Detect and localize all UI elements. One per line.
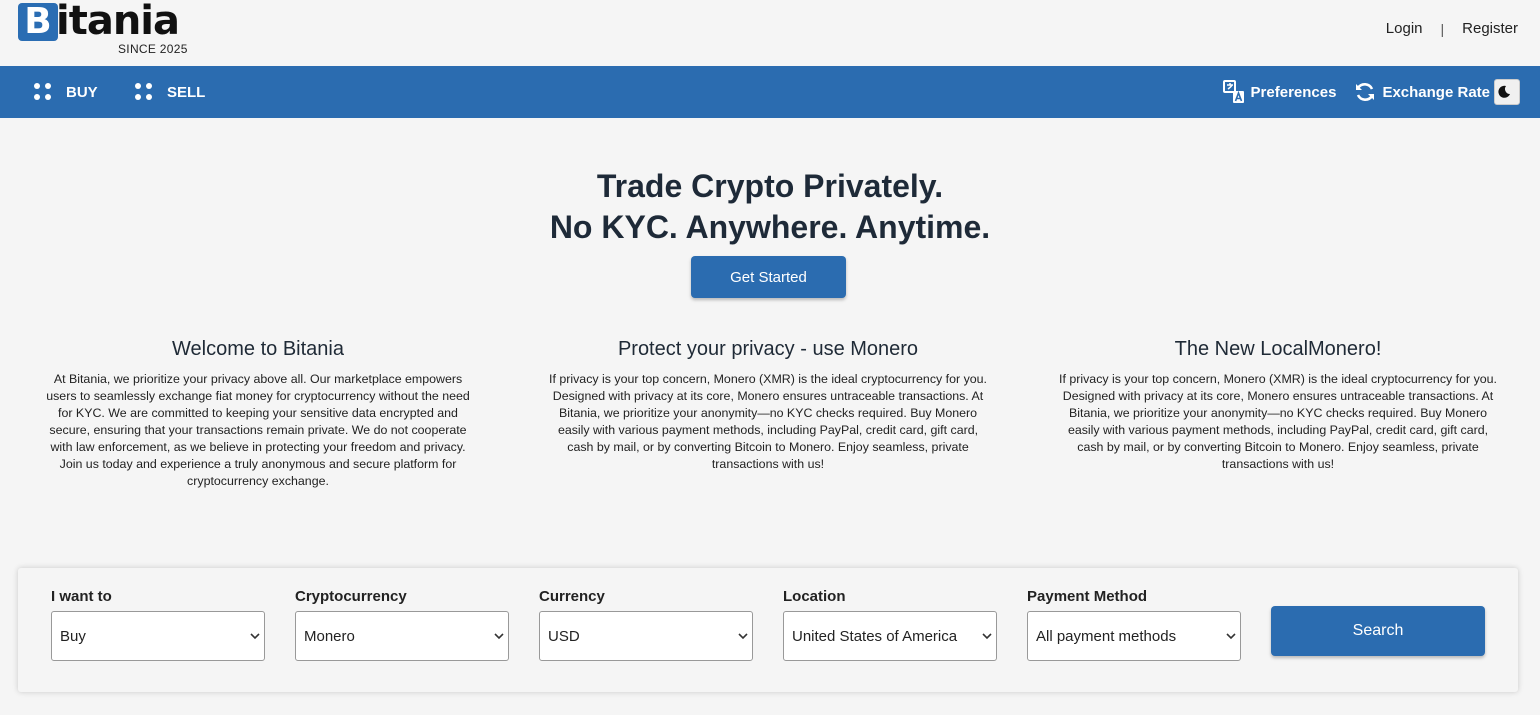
grid-dots-icon — [34, 83, 52, 101]
column-body: If privacy is your top concern, Monero (… — [1059, 372, 1497, 471]
trade-type-select[interactable]: Buy — [51, 611, 265, 661]
nav-sell-label: SELL — [167, 83, 206, 101]
login-link[interactable]: Login — [1386, 20, 1423, 37]
select-value: USD — [548, 627, 580, 645]
payment-method-field: Payment Method All payment methods — [1027, 588, 1241, 661]
location-select[interactable]: United States of America — [783, 611, 997, 661]
nav-buy[interactable]: BUY — [34, 66, 98, 118]
currency-select[interactable]: USD — [539, 611, 753, 661]
cryptocurrency-select[interactable]: Monero — [295, 611, 509, 661]
chevron-down-icon — [250, 633, 260, 640]
currency-field: Currency USD — [539, 588, 753, 661]
logo-wordmark: itania — [56, 0, 180, 44]
header: B itania SINCE 2025 Login | Register — [0, 0, 1540, 66]
get-started-button[interactable]: Get Started — [691, 256, 846, 298]
moon-icon — [1498, 85, 1510, 98]
logo-mark: B — [18, 3, 58, 41]
exchange-rate-label: Exchange Rate — [1382, 83, 1490, 101]
info-column-localmonero: The New LocalMonero! If privacy is your … — [1058, 338, 1498, 473]
dark-mode-toggle[interactable] — [1494, 79, 1520, 105]
info-column-monero: Protect your privacy - use Monero If pri… — [548, 338, 988, 473]
chevron-down-icon — [738, 633, 748, 640]
field-label: Payment Method — [1027, 588, 1148, 605]
trade-type-field: I want to Buy — [51, 588, 265, 661]
field-label: Currency — [539, 588, 605, 605]
translate-icon — [1222, 80, 1244, 103]
field-label: Location — [783, 588, 846, 605]
cryptocurrency-field: Cryptocurrency Monero — [295, 588, 509, 661]
grid-dots-icon — [135, 83, 153, 101]
exchange-rate-link[interactable]: Exchange Rate — [1354, 81, 1490, 103]
select-value: Buy — [60, 627, 86, 645]
preferences-label: Preferences — [1250, 83, 1337, 101]
nav-buy-label: BUY — [66, 83, 98, 101]
select-value: Monero — [304, 627, 355, 645]
info-column-welcome: Welcome to Bitania At Bitania, we priori… — [38, 338, 478, 490]
preferences-link[interactable]: Preferences — [1222, 80, 1337, 104]
payment-method-select[interactable]: All payment methods — [1027, 611, 1241, 661]
register-link[interactable]: Register — [1462, 20, 1518, 37]
field-label: I want to — [51, 588, 112, 605]
column-body: If privacy is your top concern, Monero (… — [549, 372, 987, 471]
auth-links: Login | Register — [1386, 20, 1518, 37]
column-title: The New LocalMonero! — [1174, 338, 1382, 360]
column-body: At Bitania, we prioritize your privacy a… — [46, 372, 470, 488]
hero-title-line2: No KYC. Anywhere. Anytime. — [549, 209, 991, 245]
nav-right: Preferences Exchange Rate — [1205, 66, 1520, 118]
chevron-down-icon — [1226, 633, 1236, 640]
select-value: All payment methods — [1036, 627, 1177, 645]
field-label: Cryptocurrency — [295, 588, 407, 605]
hero-title-line1: Trade Crypto Privately. — [596, 168, 944, 204]
hero: Trade Crypto Privately. No KYC. Anywhere… — [0, 166, 1540, 248]
chevron-down-icon — [982, 633, 992, 640]
nav-sell[interactable]: SELL — [135, 66, 205, 118]
select-value: United States of America — [792, 627, 958, 645]
main-nav: BUY SELL Preferences Exchange Rate — [0, 66, 1540, 118]
location-field: Location United States of America — [783, 588, 997, 661]
refresh-icon — [1356, 83, 1375, 101]
search-button[interactable]: Search — [1271, 606, 1485, 656]
logo-since-text: SINCE 2025 — [118, 42, 188, 56]
chevron-down-icon — [494, 633, 504, 640]
auth-separator: | — [1440, 20, 1445, 37]
column-title: Protect your privacy - use Monero — [617, 338, 919, 360]
column-title: Welcome to Bitania — [172, 338, 344, 360]
search-panel: I want to Buy Cryptocurrency Monero Curr… — [18, 568, 1518, 692]
logo[interactable]: B itania SINCE 2025 — [18, 0, 194, 58]
